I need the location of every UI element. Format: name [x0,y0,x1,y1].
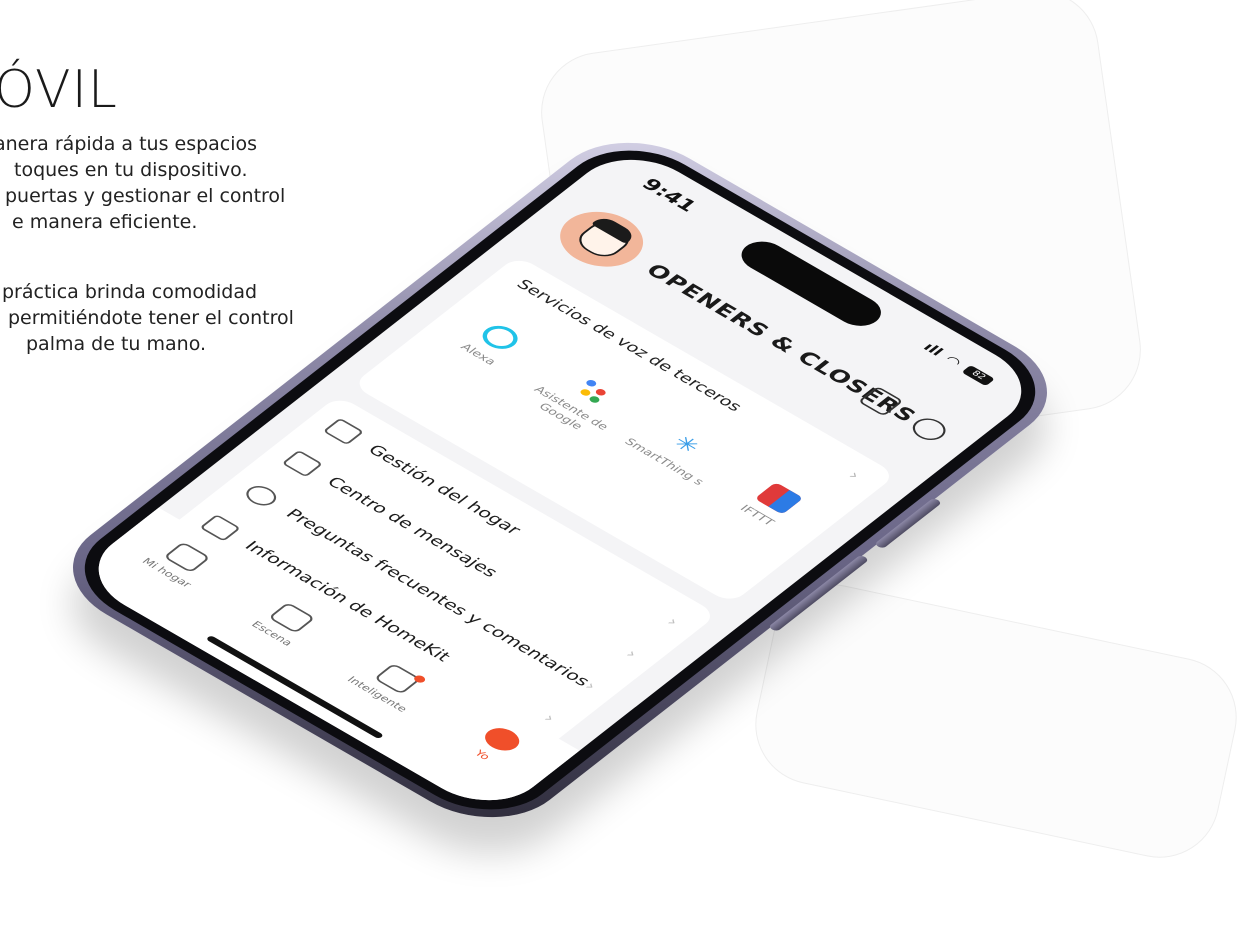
alexa-icon [475,321,525,354]
page-title: ÓVIL [0,60,118,120]
home-icon [322,417,365,446]
signal-icon: ıll [919,340,947,359]
text-line: permitiéndote tener el control [8,307,294,329]
service-smartthings[interactable]: ✳ SmartThing s [606,412,738,498]
avatar[interactable] [543,200,660,278]
question-icon [240,482,282,510]
battery-icon: 82 [961,364,996,386]
text-line: puertas y gestionar el control [5,185,286,207]
text-line: e manera eficiente. [12,211,198,233]
google-assistant-icon [569,375,618,408]
service-google-assistant[interactable]: Asistente de Google [513,359,645,445]
ifttt-icon [754,482,804,515]
service-ifttt[interactable]: IFTTT [699,466,831,552]
smartthings-icon: ✳ [666,431,706,458]
text-line: palma de tu mano. [26,333,207,355]
gear-icon[interactable] [906,413,953,445]
wifi-icon: ◠ [941,352,966,370]
service-alexa[interactable]: Alexa [420,305,552,391]
chevron-right-icon: › [843,468,865,483]
text-line: toques en tu dispositivo. [14,159,248,181]
status-time: 9:41 [636,175,701,216]
background-shape [744,573,1244,869]
notification-dot [411,673,428,685]
text-line: anera rápida a tus espacios [0,133,258,155]
text-line: práctica brinda comodidad [2,281,258,303]
message-icon [281,449,324,478]
description-paragraph: práctica brinda comodidad permitiéndote … [0,279,294,357]
description-paragraph: anera rápida a tus espacios toques en tu… [0,131,285,235]
